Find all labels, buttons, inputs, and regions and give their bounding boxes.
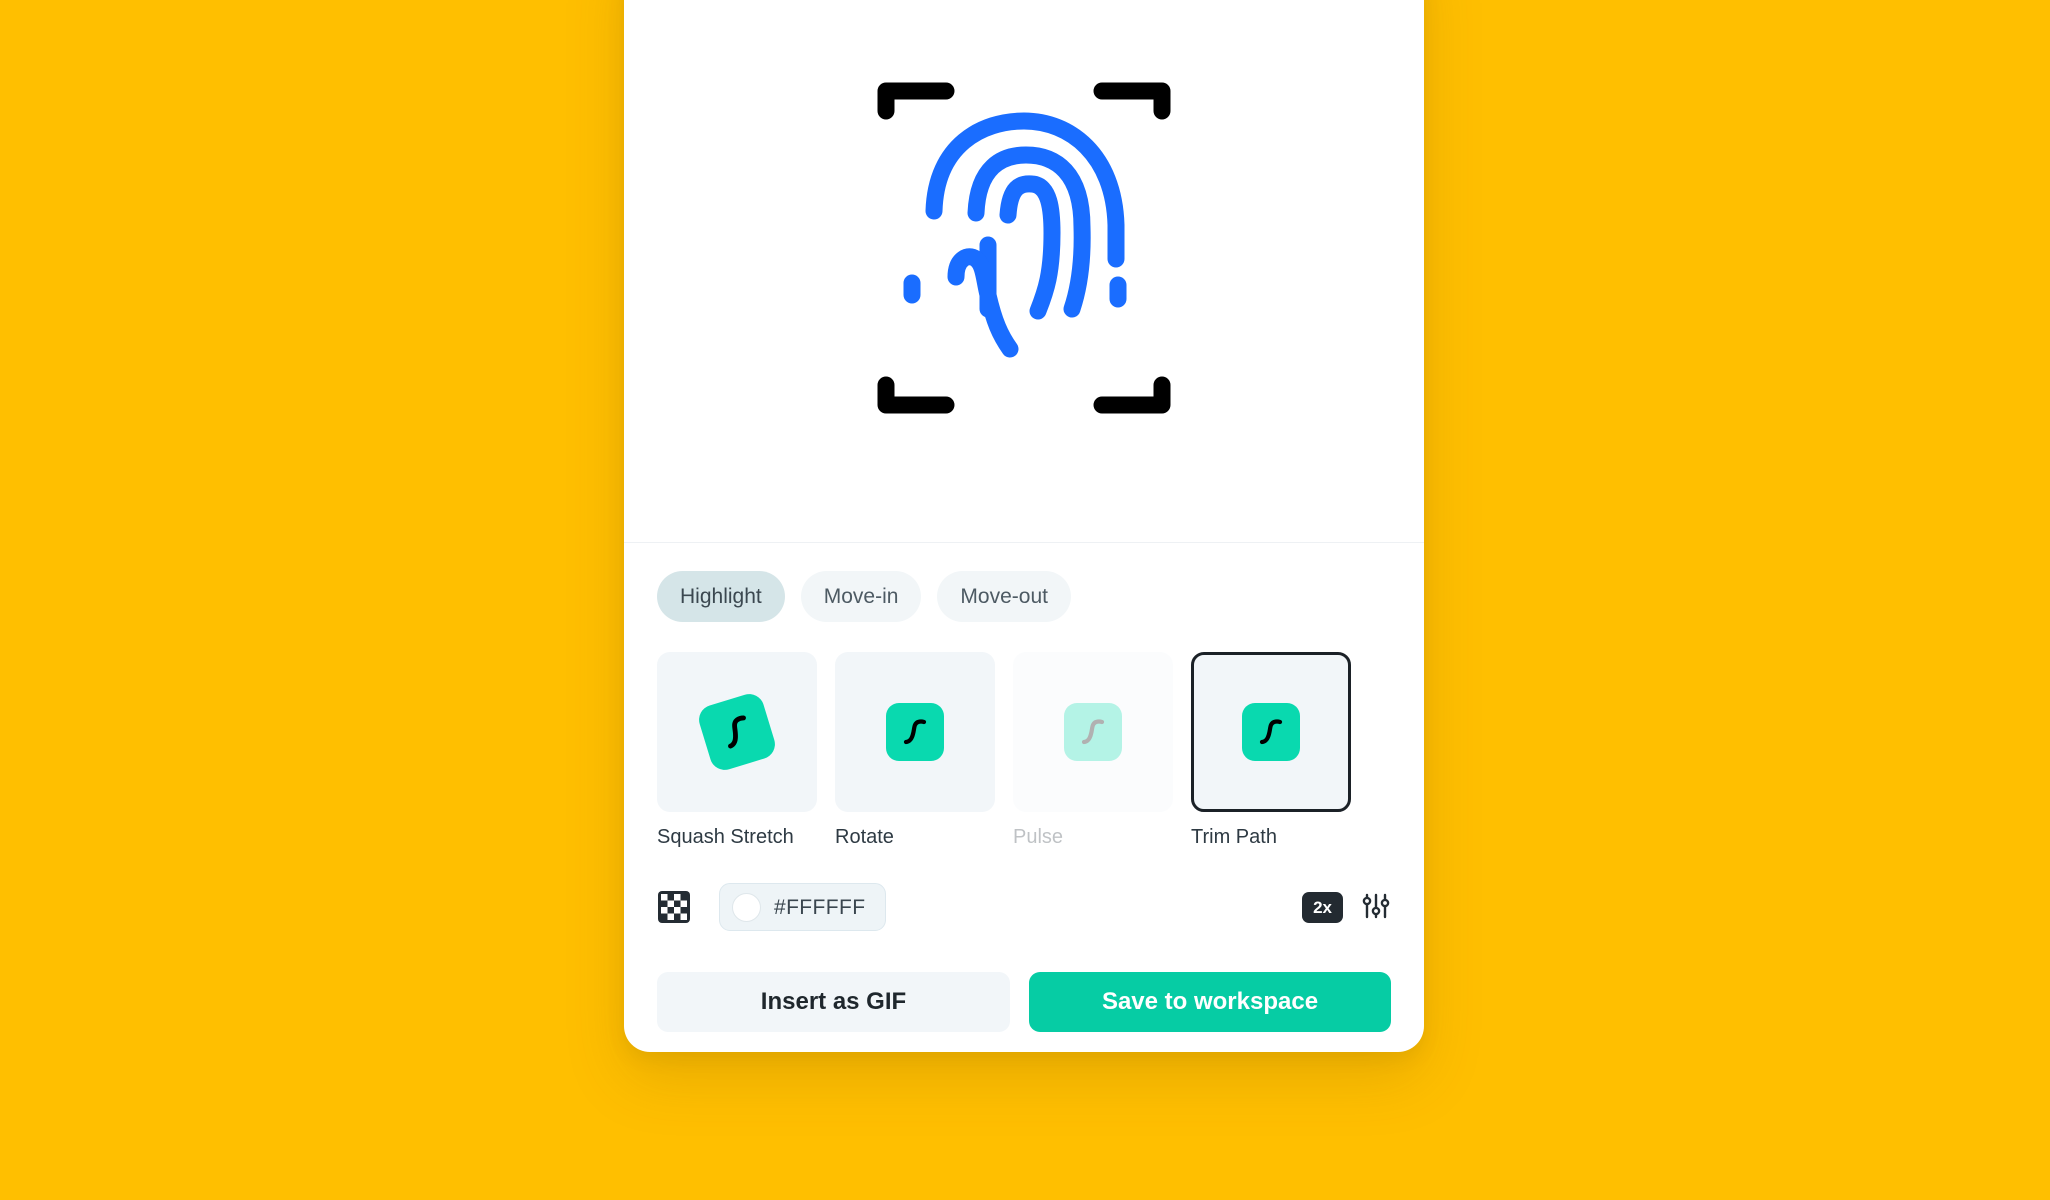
animation-category-tabs: Highlight Move-in Move-out [657,571,1391,622]
ease-curve-icon [695,690,779,774]
preset-label: Squash Stretch [657,826,794,848]
action-buttons: Insert as GIF Save to workspace [657,972,1391,1032]
ease-curve-icon [1064,703,1122,761]
sliders-icon[interactable] [1361,892,1391,922]
animation-export-panel: Highlight Move-in Move-out Squash Stretc… [624,0,1424,1052]
preset-label: Pulse [1013,826,1064,848]
icon-preview-area[interactable] [624,0,1424,543]
preset-label: Rotate [835,826,894,848]
save-to-workspace-button[interactable]: Save to workspace [1029,972,1391,1032]
background-color-row: #FFFFFF 2x [657,883,1391,931]
preset-squash-stretch[interactable]: Squash Stretch [657,652,817,847]
ease-curve-icon [1242,703,1300,761]
preset-thumbnail [657,652,817,812]
color-swatch[interactable] [732,892,761,922]
color-value: #FFFFFF [774,895,866,919]
preset-pulse[interactable]: Pulse [1013,652,1173,847]
preset-thumbnail [1191,652,1351,812]
preset-label: Trim Path [1191,826,1277,848]
tab-highlight[interactable]: Highlight [657,571,785,622]
ease-curve-icon [886,703,944,761]
color-input[interactable]: #FFFFFF [719,883,887,931]
preset-trim-path[interactable]: Trim Path [1191,652,1351,847]
tab-move-in[interactable]: Move-in [800,571,922,622]
controls-section: Highlight Move-in Move-out Squash Stretc… [624,543,1424,1052]
playback-speed-badge[interactable]: 2x [1302,891,1343,923]
insert-as-gif-button[interactable]: Insert as GIF [657,972,1010,1032]
tab-move-out[interactable]: Move-out [937,571,1071,622]
transparent-background-icon[interactable] [657,890,691,924]
animation-preset-grid: Squash Stretch Rotate Pulse Trim Path [657,652,1391,847]
fingerprint-scan-icon [877,82,1171,414]
preset-thumbnail [835,652,995,812]
preset-rotate[interactable]: Rotate [835,652,995,847]
preset-thumbnail [1013,652,1173,812]
